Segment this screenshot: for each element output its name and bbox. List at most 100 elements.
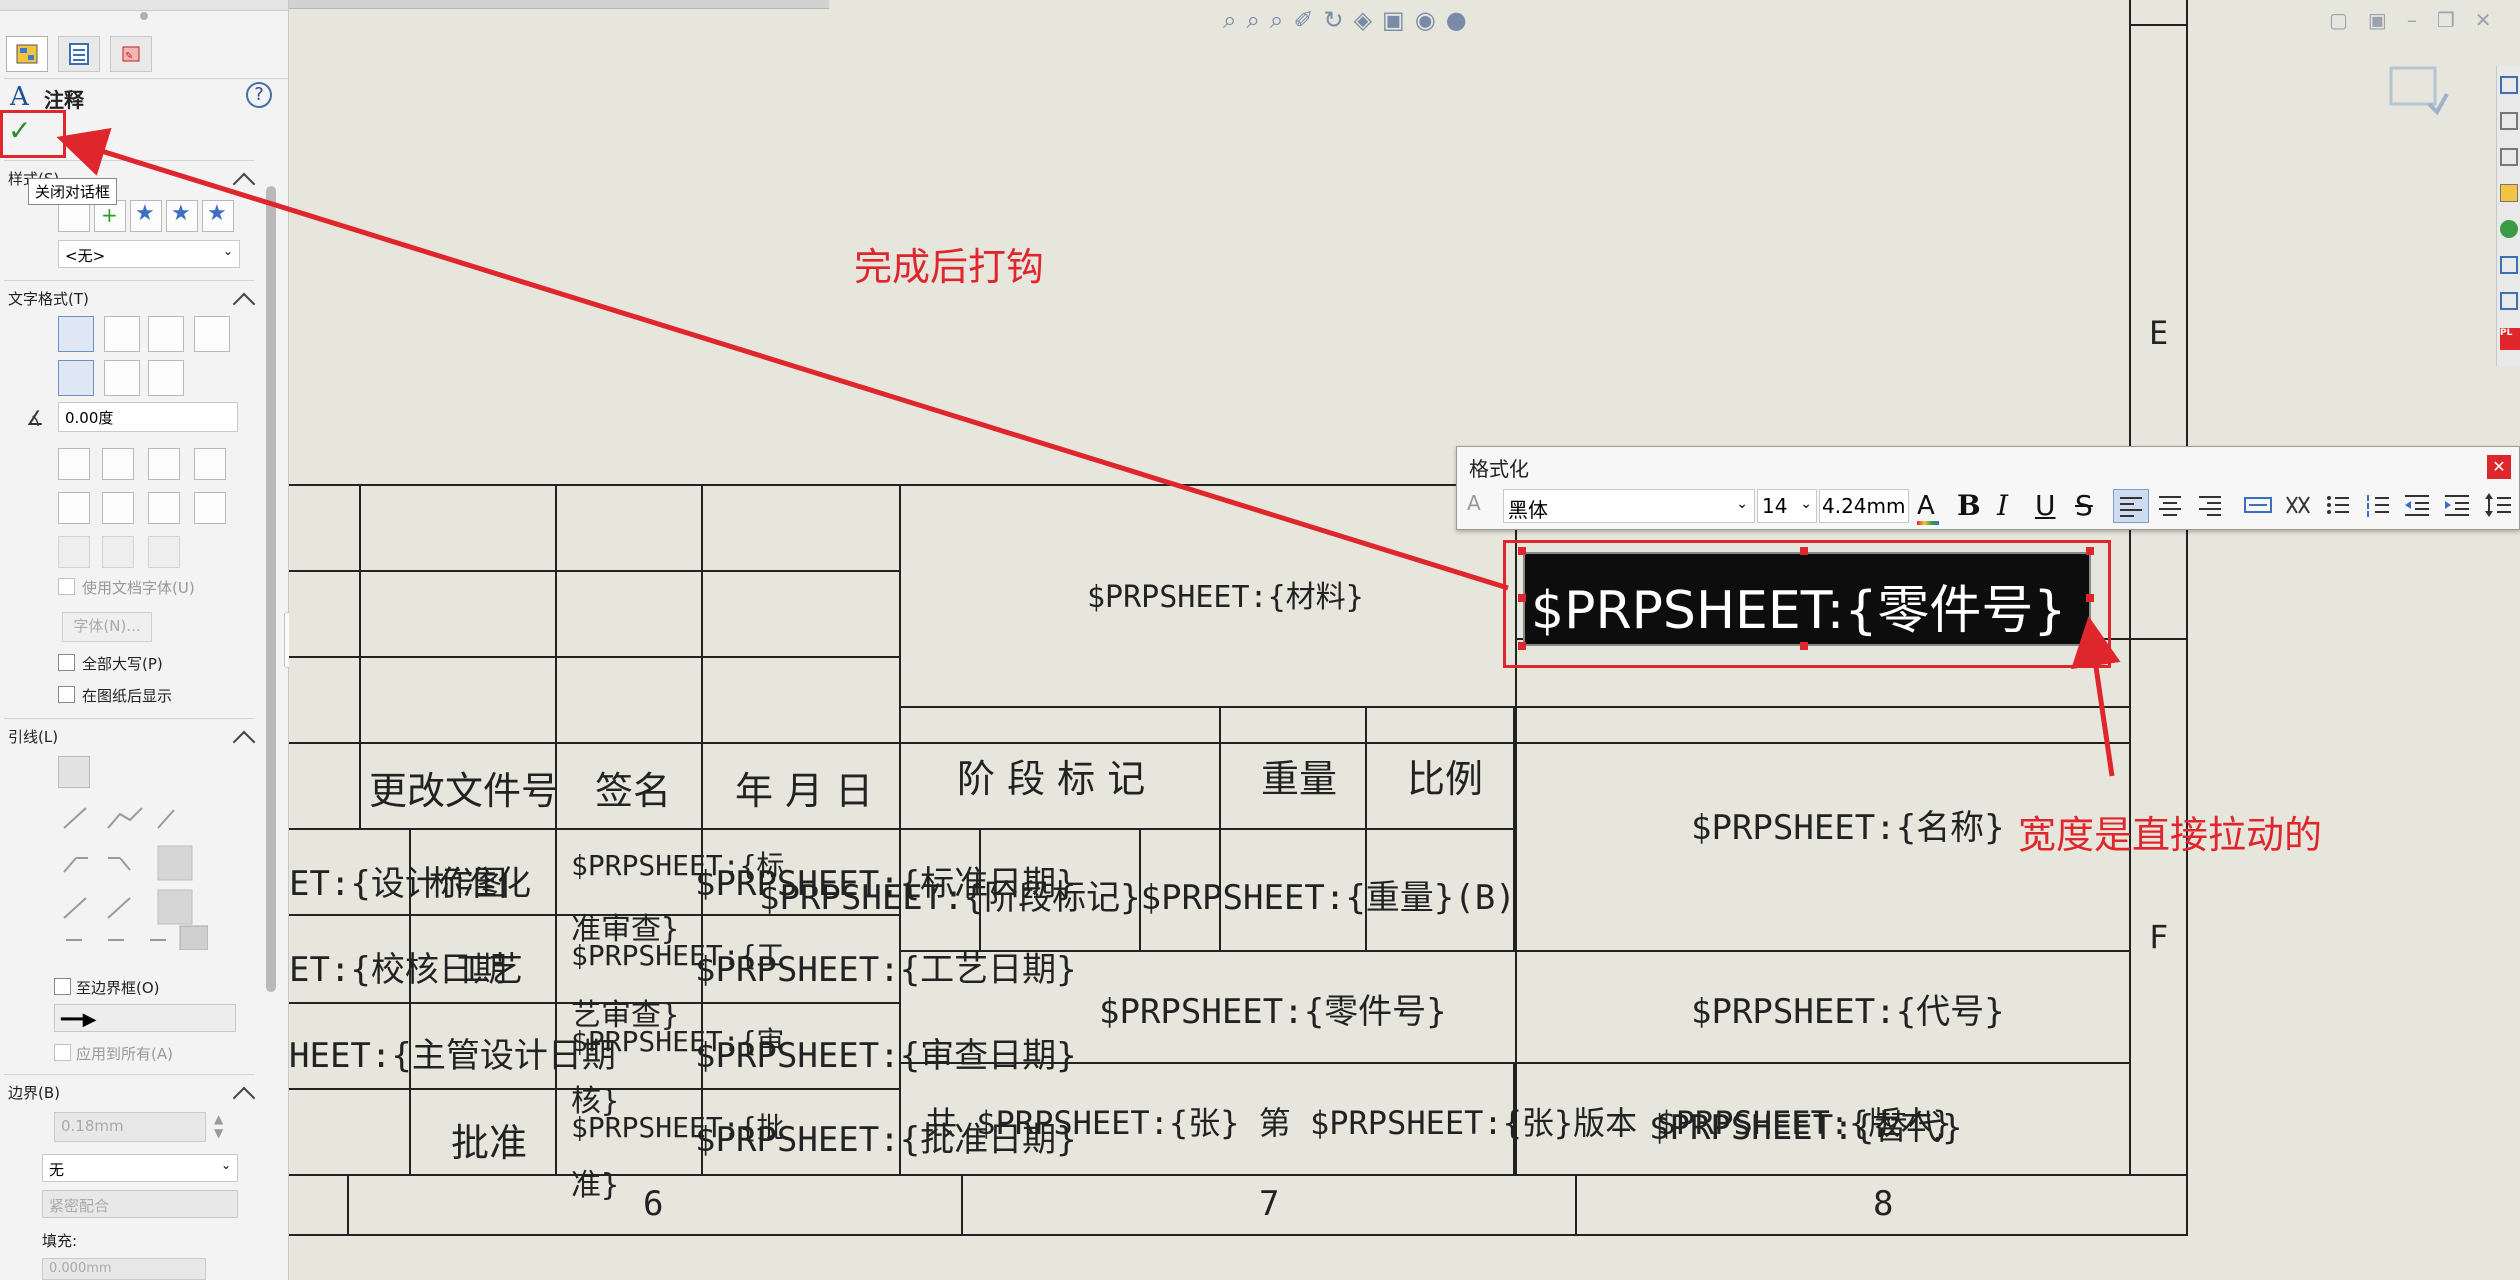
show-behind-sheet-checkbox[interactable] [58,686,75,703]
collapse-style-chevron[interactable] [232,172,256,196]
align-right-button[interactable] [148,316,184,352]
exit-sketch-icon[interactable] [2389,64,2455,120]
numbering-button[interactable] [2361,489,2397,523]
apply-all-checkbox[interactable] [54,1044,71,1061]
surface-finish-button[interactable] [102,492,134,524]
align-left-button[interactable] [2113,489,2149,523]
bullets-button[interactable] [2321,489,2357,523]
use-doc-font-checkbox[interactable] [58,578,75,595]
zoom-area-icon[interactable]: ⌕ [1246,6,1269,34]
library-icon[interactable] [2500,112,2518,130]
font-size-select[interactable]: 14 ⌄ [1757,489,1817,523]
text-format-section-header[interactable]: 文字格式(T) [8,288,89,309]
view-palette-icon[interactable] [2500,184,2518,202]
delete-style-button[interactable]: ★ [130,200,162,232]
resize-handle[interactable] [1800,547,1808,555]
align-right-button[interactable] [2193,489,2229,523]
appearances-icon[interactable] [2500,220,2518,238]
align-top-button[interactable] [58,360,94,396]
text-height-input[interactable]: 4.24mm [1819,489,1909,523]
save-style-button[interactable]: ★ [166,200,198,232]
close-icon[interactable]: ✕ [2475,8,2512,32]
no-leader-button[interactable] [58,756,90,788]
border-style-select[interactable]: 无 ⌄ [42,1154,238,1182]
ok-check-button[interactable]: ✓ [8,114,31,147]
resize-handle[interactable] [1518,594,1526,602]
resize-handle[interactable] [2086,642,2094,650]
close-format-toolbar-button[interactable]: ✕ [2487,455,2511,479]
appearance-icon[interactable]: ● [1446,6,1477,34]
fit-style-select[interactable]: 紧密配合 [42,1190,238,1218]
panel-scrollbar[interactable] [266,186,276,992]
selected-note[interactable]: $PRPSHEET:{零件号} [1523,552,2091,646]
font-button[interactable]: 字体(N)... [62,612,152,642]
rotate-icon[interactable]: ↻ [1323,6,1353,34]
datum-feature-button[interactable] [148,492,180,524]
char-spacing-button[interactable] [2281,489,2317,523]
strikethrough-button[interactable]: S [2075,489,2093,522]
lock-anchor-button[interactable] [194,448,226,480]
dimxpert-tab[interactable]: ✎ [110,36,152,72]
border-width-spinner[interactable]: ▲ ▼ [214,1112,223,1140]
font-select[interactable]: 黑体 ⌄ [1503,489,1755,523]
decrease-indent-button[interactable] [2401,489,2437,523]
fit-text-button[interactable] [2241,489,2277,523]
underline-button[interactable]: U [2035,489,2056,522]
link-property-button[interactable] [102,448,134,480]
align-left-button[interactable] [58,316,94,352]
insert-hyperlink-button[interactable] [58,448,90,480]
forum-icon[interactable] [2500,292,2518,310]
text-style-button[interactable] [194,492,226,524]
angle-input[interactable]: 0.00度 [58,402,238,432]
custom-properties-icon[interactable] [2500,256,2518,274]
section-view-icon[interactable]: ✐ [1293,6,1323,34]
splitter-dot[interactable] [140,12,148,20]
italic-button[interactable]: I [1997,489,2008,522]
display-style-icon[interactable]: ▣ [1382,6,1415,34]
feature-manager-tab[interactable] [6,36,48,72]
add-symbol-button[interactable] [148,448,180,480]
justify-button[interactable] [194,316,230,352]
minimize-icon[interactable]: – [2407,8,2437,32]
previous-view-icon[interactable]: ⌕ [1270,6,1293,34]
line-spacing-button[interactable] [2481,489,2517,523]
increase-indent-button[interactable] [2441,489,2477,523]
collapse-border-chevron[interactable] [232,1086,256,1110]
restore-doc-icon[interactable]: ▢ [2329,8,2368,32]
file-explorer-icon[interactable] [2500,148,2518,166]
collapse-text-format-chevron[interactable] [232,292,256,316]
bold-button[interactable]: B [1957,489,1981,522]
drawing-sheet-area[interactable]: ⌕⌕⌕✐↻◈▣◉● ▢▣–❐✕ PL E F 6 7 8 $PRPSHEET:{… [289,0,2520,1280]
hide-show-icon[interactable]: ◉ [1415,6,1446,34]
format-painter-button[interactable] [148,536,180,568]
maximize-icon[interactable]: ❐ [2437,8,2475,32]
stack-button[interactable] [58,536,90,568]
align-center-button[interactable] [2153,489,2189,523]
insert-geometric-tolerance-button[interactable] [58,492,90,524]
home-icon[interactable] [2500,76,2518,94]
fill-input[interactable]: 0.000mm [42,1258,206,1280]
zoom-to-fit-icon[interactable]: ⌕ [1223,6,1246,34]
resize-handle[interactable] [2086,547,2094,555]
border-width-input[interactable]: 0.18mm [54,1112,206,1142]
resize-handle[interactable] [1800,642,1808,650]
font-color-icon[interactable]: A [1917,491,1935,521]
all-caps-checkbox[interactable] [58,654,75,671]
resize-handle-width[interactable] [2086,594,2094,602]
leader-section-header[interactable]: 引线(L) [8,726,58,747]
resize-handle[interactable] [1518,547,1526,555]
to-border-checkbox[interactable] [54,978,71,995]
resize-handle[interactable] [1518,642,1526,650]
tile-icon[interactable]: ▣ [2368,8,2407,32]
arrow-style-select[interactable]: ━━▶ [54,1004,236,1032]
help-icon[interactable]: ? [246,82,272,108]
align-center-button[interactable] [104,316,140,352]
plm-icon[interactable]: PL [2500,328,2520,350]
collapse-leader-chevron[interactable] [232,730,256,754]
spell-check-button[interactable] [102,536,134,568]
border-section-header[interactable]: 边界(B) [8,1082,60,1103]
style-select[interactable]: <无> ⌄ [58,240,240,268]
load-style-button[interactable]: ★ [202,200,234,232]
align-middle-button[interactable] [104,360,140,396]
view-orientation-icon[interactable]: ◈ [1354,6,1382,34]
